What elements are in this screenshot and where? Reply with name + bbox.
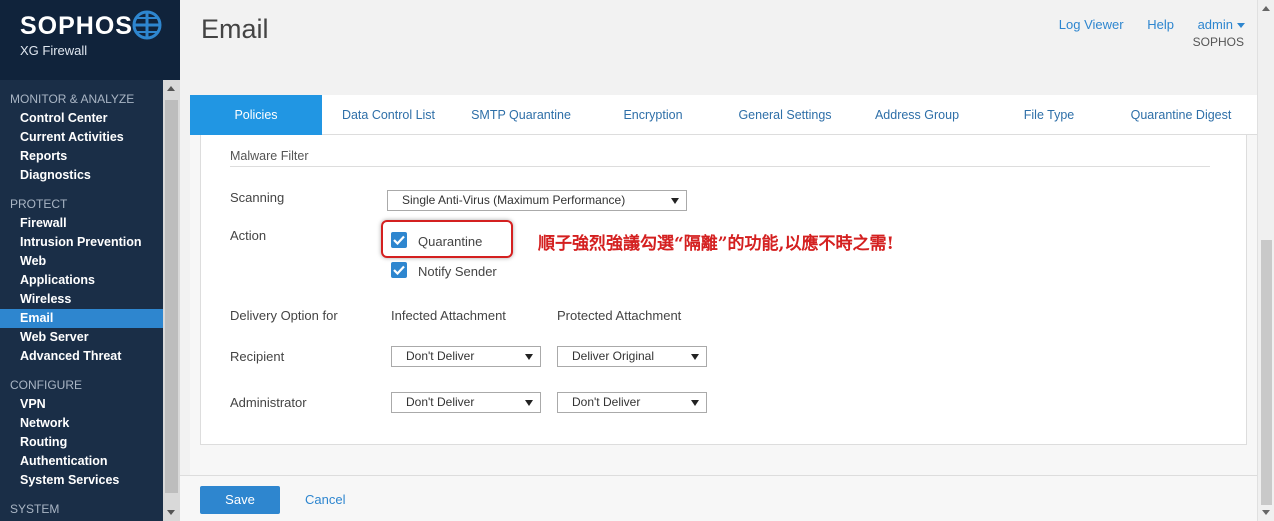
tab-smtp-quarantine[interactable]: SMTP Quarantine xyxy=(455,95,587,135)
recipient-label: Recipient xyxy=(230,349,285,364)
brand: SOPHOS XG Firewall xyxy=(0,0,180,80)
user-menu[interactable]: admin xyxy=(1198,17,1245,32)
save-button[interactable]: Save xyxy=(200,486,280,514)
tab-data-control-list[interactable]: Data Control List xyxy=(322,95,455,135)
sidebar-item-wireless[interactable]: Wireless xyxy=(0,290,163,309)
org-name: SOPHOS xyxy=(1192,35,1244,49)
administrator-label: Administrator xyxy=(230,395,307,410)
annotation-text: 順子強烈強議勾選“隔離”的功能,以應不時之需! xyxy=(538,234,894,254)
main-content: Malware Filter Scanning Single Anti-Viru… xyxy=(190,135,1257,475)
sidebar-item-web-server[interactable]: Web Server xyxy=(0,328,163,347)
section-title: Malware Filter xyxy=(230,149,309,163)
sidebar-item-diagnostics[interactable]: Diagnostics xyxy=(0,166,163,185)
recipient-protected-select[interactable]: Deliver Original xyxy=(557,346,707,367)
sidebar-item-email[interactable]: Email xyxy=(0,309,163,328)
sidebar-item-authentication[interactable]: Authentication xyxy=(0,452,163,471)
delivery-option-label: Delivery Option for xyxy=(230,308,338,323)
notify-sender-label: Notify Sender xyxy=(418,264,497,279)
scroll-down-icon[interactable] xyxy=(1262,510,1270,515)
quarantine-checkbox[interactable] xyxy=(391,232,407,248)
footer-bar: Save Cancel xyxy=(180,475,1257,521)
log-viewer-link[interactable]: Log Viewer xyxy=(1059,17,1124,32)
chevron-down-icon xyxy=(1237,23,1245,29)
sidebar-item-control-center[interactable]: Control Center xyxy=(0,109,163,128)
checkmark-icon xyxy=(393,235,405,245)
scanning-select[interactable]: Single Anti-Virus (Maximum Performance) xyxy=(387,190,687,211)
sidebar-item-web[interactable]: Web xyxy=(0,252,163,271)
infected-attachment-header: Infected Attachment xyxy=(391,308,506,323)
tab-file-type[interactable]: File Type xyxy=(983,95,1115,135)
page-scroll-thumb[interactable] xyxy=(1261,240,1272,505)
page-title: Email xyxy=(201,14,269,44)
user-name: admin xyxy=(1197,17,1233,32)
checkmark-icon xyxy=(393,265,405,275)
section-divider xyxy=(230,166,1210,167)
tab-general-settings[interactable]: General Settings xyxy=(719,95,851,135)
help-link[interactable]: Help xyxy=(1147,17,1174,32)
sidebar-item-applications[interactable]: Applications xyxy=(0,271,163,290)
tab-policies[interactable]: Policies xyxy=(190,95,322,135)
protected-attachment-header: Protected Attachment xyxy=(557,308,682,323)
globe-logo-icon xyxy=(132,10,162,40)
scanning-label: Scanning xyxy=(230,190,285,205)
top-links: Log Viewer Help admin xyxy=(1039,17,1245,32)
sidebar-item-current-activities[interactable]: Current Activities xyxy=(0,128,163,147)
sidebar-item-advanced-threat[interactable]: Advanced Threat xyxy=(0,347,163,366)
brand-product: XG Firewall xyxy=(20,43,88,58)
sidebar-item-system-services[interactable]: System Services xyxy=(0,471,163,490)
tab-quarantine-digest[interactable]: Quarantine Digest xyxy=(1115,95,1247,135)
scroll-up-icon[interactable] xyxy=(167,86,175,91)
tab-encryption[interactable]: Encryption xyxy=(587,95,719,135)
notify-sender-checkbox[interactable] xyxy=(391,262,407,278)
sidebar-item-firewall[interactable]: Firewall xyxy=(0,214,163,233)
sidebar-group-title: CONFIGURE xyxy=(10,378,82,392)
header: Email Log Viewer Help admin SOPHOS xyxy=(180,0,1257,80)
scroll-down-icon[interactable] xyxy=(167,510,175,515)
admin-protected-select[interactable]: Don't Deliver xyxy=(557,392,707,413)
sidebar-item-reports[interactable]: Reports xyxy=(0,147,163,166)
sidebar-item-network[interactable]: Network xyxy=(0,414,163,433)
cancel-button[interactable]: Cancel xyxy=(305,486,345,514)
sidebar-item-routing[interactable]: Routing xyxy=(0,433,163,452)
admin-infected-select[interactable]: Don't Deliver xyxy=(391,392,541,413)
tab-bar: Policies Data Control List SMTP Quaranti… xyxy=(190,95,1257,135)
sidebar: SOPHOS XG Firewall MONITOR & ANALYZE Cont… xyxy=(0,0,180,521)
sidebar-group-title: PROTECT xyxy=(10,197,68,211)
sidebar-scroll-thumb[interactable] xyxy=(165,100,178,493)
page-scrollbar[interactable] xyxy=(1257,0,1274,521)
sidebar-item-intrusion-prevention[interactable]: Intrusion Prevention xyxy=(0,233,163,252)
action-label: Action xyxy=(230,228,267,243)
sidebar-item-vpn[interactable]: VPN xyxy=(0,395,163,414)
scroll-up-icon[interactable] xyxy=(1262,6,1270,11)
sidebar-group-title: SYSTEM xyxy=(10,502,60,516)
tab-address-group[interactable]: Address Group xyxy=(851,95,983,135)
sidebar-nav: MONITOR & ANALYZE Control Center Current A… xyxy=(0,80,163,521)
malware-filter-panel: Malware Filter Scanning Single Anti-Viru… xyxy=(200,135,1247,445)
sidebar-scrollbar[interactable] xyxy=(163,80,180,521)
recipient-infected-select[interactable]: Don't Deliver xyxy=(391,346,541,367)
quarantine-label: Quarantine xyxy=(418,234,483,249)
sidebar-group-title: MONITOR & ANALYZE xyxy=(10,92,135,106)
